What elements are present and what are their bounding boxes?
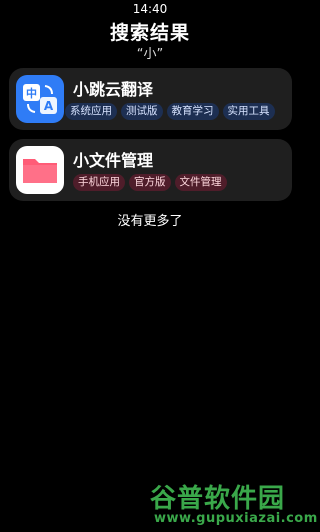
folder-icon <box>16 146 64 194</box>
translate-icon: 中 A <box>16 75 64 123</box>
watermark-logo: 谷普软件园 www.gupuxiazai.com <box>150 478 317 530</box>
tag: 教育学习 <box>166 103 219 120</box>
svg-text:中: 中 <box>26 86 37 100</box>
tag: 实用工具 <box>222 103 275 120</box>
page-title: 搜索结果 <box>109 22 190 44</box>
tag-list: 手机应用 官方版 文件管理 <box>73 174 292 194</box>
no-more-results-text: 没有更多了 <box>117 214 183 229</box>
watermark-name: 谷普软件园 <box>150 484 286 514</box>
tag: 系统应用 <box>65 103 117 120</box>
app-name: 小跳云翻译 <box>73 80 154 99</box>
search-query: “小” <box>136 47 164 62</box>
app-name: 小文件管理 <box>73 151 154 170</box>
result-card-file-manager[interactable]: 小文件管理 手机应用 官方版 文件管理 <box>9 139 292 201</box>
tag: 官方版 <box>129 174 171 191</box>
svg-text:A: A <box>44 99 54 113</box>
tag-list: 系统应用 测试版 教育学习 实用工具 <box>65 103 292 123</box>
tag: 手机应用 <box>73 174 125 191</box>
tag: 测试版 <box>121 103 163 120</box>
status-time: 14:40 <box>132 2 168 16</box>
watermark-url: www.gupuxiazai.com <box>154 511 318 526</box>
result-card-translate[interactable]: 中 A 小跳云翻译 系统应用 测试版 教育学习 实用工具 <box>9 68 292 130</box>
tag: 文件管理 <box>174 174 227 191</box>
